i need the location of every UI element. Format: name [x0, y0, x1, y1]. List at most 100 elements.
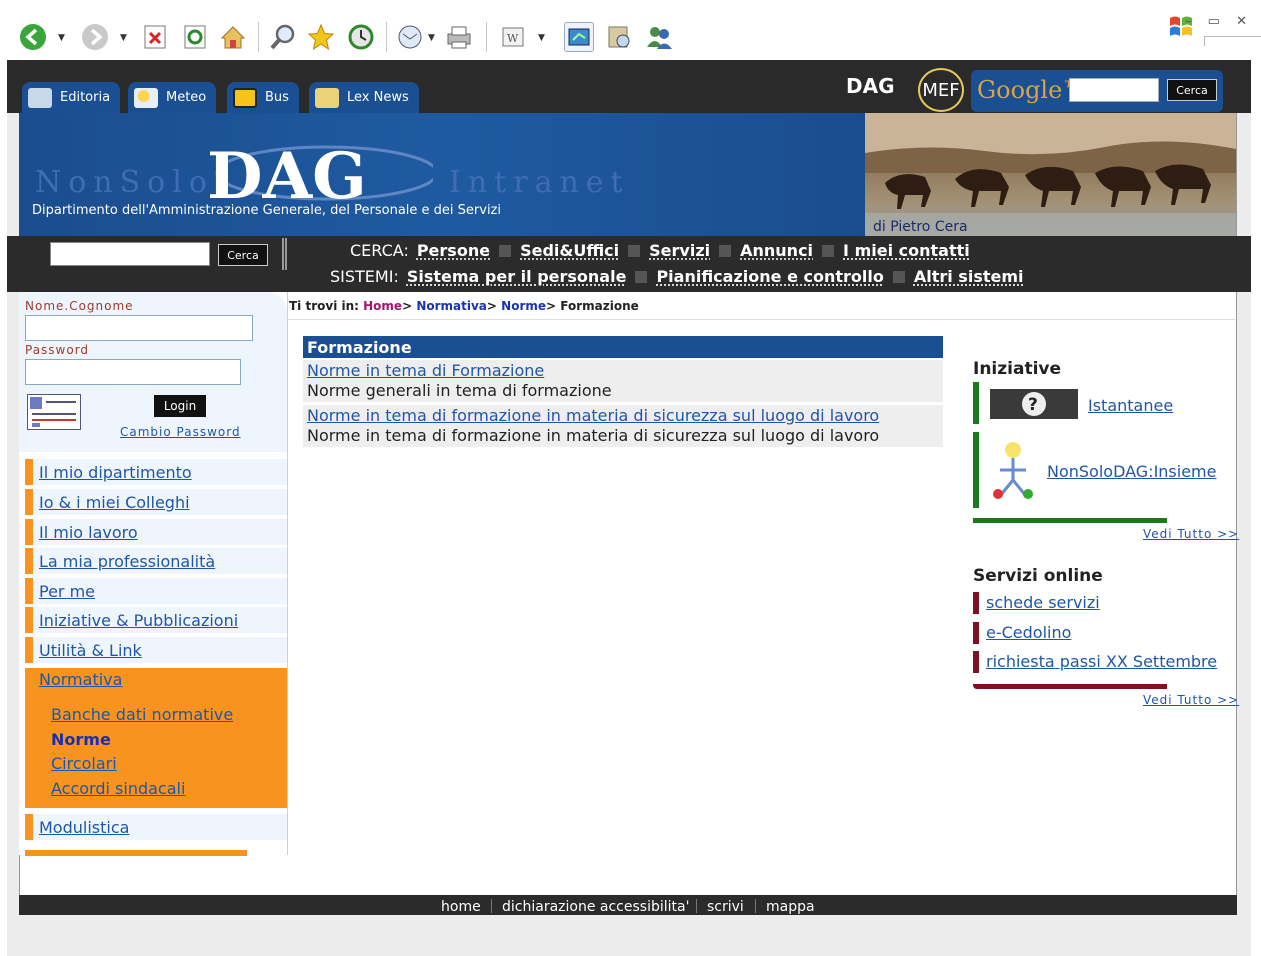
list-item-link[interactable]: Norme in tema di formazione in materia d… — [307, 406, 943, 426]
site-search-input[interactable] — [50, 242, 210, 266]
nav-link-sedi-uffici[interactable]: Sedi&Uffici — [520, 241, 619, 260]
submenu-circolari[interactable]: Circolari — [51, 754, 117, 773]
menu-item-professionalita[interactable]: La mia professionalità — [25, 548, 287, 574]
nav-square-icon — [892, 270, 905, 283]
iniziative-vedi-tutto-link[interactable]: Vedi Tutto >> — [1143, 527, 1239, 541]
research-icon[interactable] — [604, 22, 634, 52]
favorites-icon[interactable] — [306, 22, 336, 52]
site-banner: NonSolo DAG Intranet Dipartimento dell'A… — [19, 113, 865, 236]
nav-link-miei-contatti[interactable]: I miei contatti — [843, 241, 970, 260]
mef-badge[interactable]: MEF — [918, 68, 964, 112]
breadcrumb: Ti trovi in: Home> Normativa> Norme> For… — [289, 299, 639, 313]
nav-link-annunci[interactable]: Annunci — [740, 241, 813, 260]
back-dropdown-icon[interactable]: ▼ — [58, 33, 65, 43]
mail-icon[interactable] — [396, 22, 426, 52]
menu-item-lavoro[interactable]: Il mio lavoro — [25, 519, 287, 545]
menu-item-label: Iniziative & Pubblicazioni — [39, 610, 239, 630]
menu-item-normativa[interactable]: Normativa — [39, 670, 122, 689]
menu-item-label: La mia professionalità — [39, 551, 216, 571]
menu-item-modulistica[interactable]: Modulistica — [25, 814, 287, 840]
nav-link-persone[interactable]: Persone — [417, 241, 490, 260]
nav-link-altri-sistemi[interactable]: Altri sistemi — [914, 267, 1024, 286]
google-search-input[interactable] — [1069, 78, 1159, 102]
submenu-banche-dati[interactable]: Banche dati normative — [51, 705, 233, 724]
tab-label: Meteo — [166, 90, 207, 105]
breadcrumb-separator: > — [402, 299, 413, 313]
menu-item-dipartimento[interactable]: Il mio dipartimento — [25, 459, 287, 485]
footer-link-accessibilita[interactable]: dichiarazione accessibilita' — [502, 899, 689, 915]
edit-dropdown-icon[interactable]: ▼ — [538, 33, 545, 43]
menu-item-label: Utilità & Link — [39, 640, 142, 660]
stop-icon[interactable] — [140, 22, 170, 52]
home-icon[interactable] — [218, 22, 248, 52]
insieme-link[interactable]: NonSoloDAG:Insieme — [1047, 462, 1216, 481]
breadcrumb-normativa[interactable]: Normativa — [416, 299, 487, 313]
breadcrumb-home[interactable]: Home — [363, 299, 402, 313]
back-icon[interactable] — [18, 22, 48, 52]
menu-item-label: Il mio dipartimento — [39, 462, 192, 482]
page-title: Formazione — [303, 336, 943, 358]
tab-label: Bus — [265, 90, 289, 105]
site-subtitle: Dipartimento dell'Amministrazione Genera… — [32, 203, 501, 218]
logo-dag: DAG — [207, 143, 433, 203]
site-search-button[interactable]: Cerca — [218, 244, 268, 266]
tab-bus[interactable]: Bus — [227, 82, 299, 113]
nav-link-servizi[interactable]: Servizi — [649, 241, 710, 260]
search-icon[interactable] — [268, 22, 298, 52]
google-search-button[interactable]: Cerca — [1167, 79, 1217, 101]
left-column-border — [287, 292, 288, 855]
newspaper-icon — [28, 87, 52, 108]
nav-square-icon — [719, 244, 732, 257]
tab-meteo[interactable]: Meteo — [128, 82, 217, 113]
submenu-accordi[interactable]: Accordi sindacali — [51, 779, 185, 798]
servizi-link-passi[interactable]: richiesta passi XX Settembre — [986, 652, 1217, 671]
messenger-icon[interactable] — [564, 22, 594, 52]
footer-link-scrivi[interactable]: scrivi — [707, 899, 744, 915]
iniziative-heading: Iniziative — [973, 359, 1062, 379]
footer-link-mappa[interactable]: mappa — [766, 899, 815, 915]
menu-item-colleghi[interactable]: Io & i miei Colleghi — [25, 489, 287, 515]
print-icon[interactable] — [444, 22, 474, 52]
nav-link-sistema-personale[interactable]: Sistema per il personale — [407, 267, 627, 286]
menu-item-label: Io & i miei Colleghi — [39, 492, 190, 512]
servizi-link-cedolino[interactable]: e-Cedolino — [986, 623, 1071, 642]
menu-item-iniziative[interactable]: Iniziative & Pubblicazioni — [25, 607, 287, 633]
password-field[interactable] — [25, 359, 241, 385]
people-icon[interactable] — [644, 22, 674, 52]
footer-separator — [491, 899, 492, 913]
list-item-description: Norme generali in tema di formazione — [307, 381, 612, 400]
menu-item-label: Modulistica — [39, 817, 130, 837]
list-item: Norme in tema di formazione in materia d… — [303, 405, 943, 447]
servizi-vedi-tutto-link[interactable]: Vedi Tutto >> — [1143, 693, 1239, 707]
dag-badge[interactable]: DAG — [846, 74, 895, 98]
servizi-underline — [973, 684, 1167, 689]
list-item-link[interactable]: Norme in tema di Formazione — [307, 361, 943, 381]
nav-square-icon — [822, 244, 835, 257]
menu-item-utilita[interactable]: Utilità & Link — [25, 637, 287, 663]
tab-label: Editoria — [60, 90, 111, 105]
change-password-link[interactable]: Cambio Password — [120, 425, 241, 439]
username-field[interactable] — [25, 315, 253, 341]
footer-link-home[interactable]: home — [441, 899, 481, 915]
mail-dropdown-icon[interactable]: ▼ — [428, 33, 435, 43]
tab-editoria[interactable]: Editoria — [22, 82, 121, 113]
window-divider — [1204, 36, 1261, 46]
nav-square-icon — [628, 244, 641, 257]
window-controls[interactable]: – ▭ ✕ — [1185, 14, 1253, 29]
edit-icon[interactable]: W — [498, 22, 528, 52]
submenu-norme[interactable]: Norme — [51, 730, 111, 749]
tab-lex-news[interactable]: Lex News — [309, 82, 419, 113]
servizi-link-schede[interactable]: schede servizi — [986, 593, 1100, 612]
forward-icon[interactable] — [80, 22, 110, 52]
history-icon[interactable] — [346, 22, 376, 52]
nav-cerca-label: CERCA: — [350, 241, 409, 260]
refresh-icon[interactable] — [180, 22, 210, 52]
username-label: Nome.Cognome — [25, 299, 134, 313]
login-button[interactable]: Login — [154, 395, 206, 417]
breadcrumb-norme[interactable]: Norme — [501, 299, 546, 313]
menu-item-per-me[interactable]: Per me — [25, 578, 287, 604]
istantanee-link[interactable]: Istantanee — [1088, 396, 1173, 415]
logo-dag-text: DAG — [207, 143, 367, 203]
forward-dropdown-icon[interactable]: ▼ — [120, 33, 127, 43]
nav-link-pianificazione[interactable]: Pianificazione e controllo — [656, 267, 883, 286]
